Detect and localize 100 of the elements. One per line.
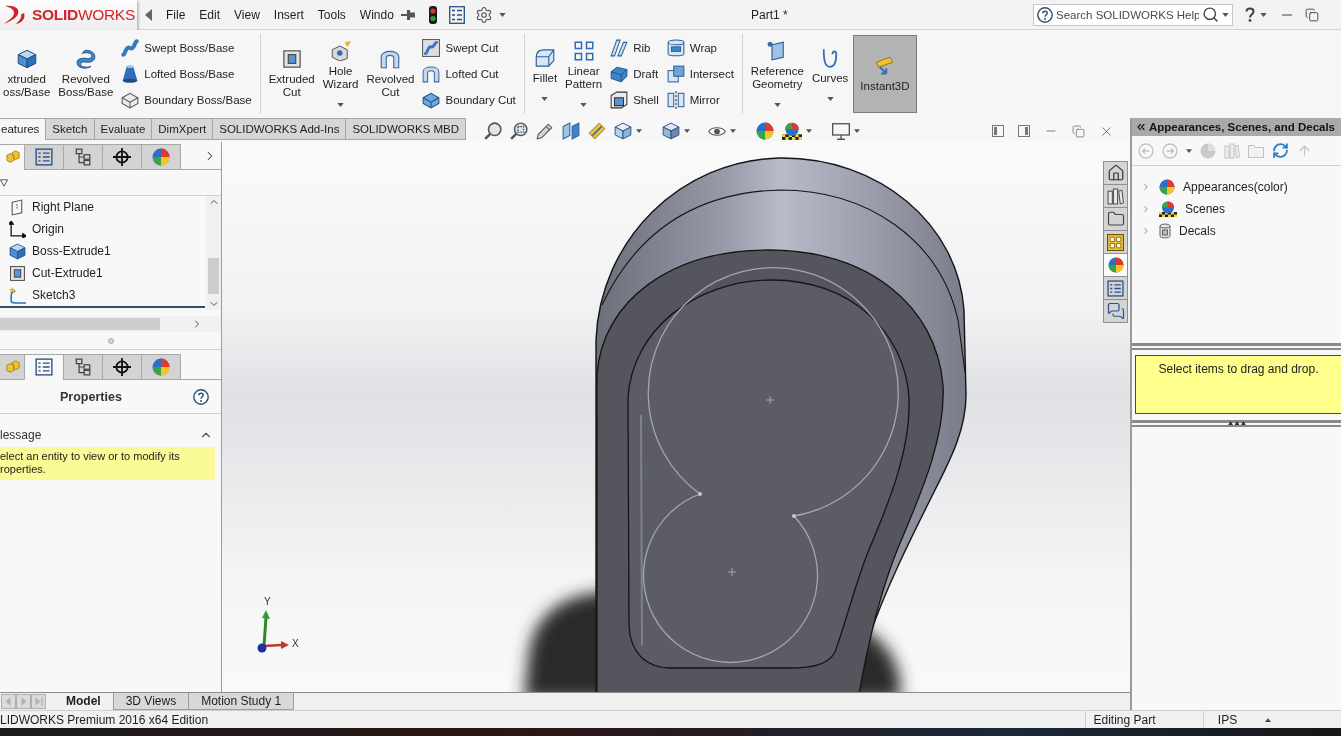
caret-icon[interactable]: [854, 129, 861, 133]
caret-icon[interactable]: [498, 12, 506, 17]
settings-icon[interactable]: [474, 5, 493, 24]
tree-item[interactable]: Scenes: [1132, 198, 1341, 220]
traffic-light-icon[interactable]: [428, 5, 437, 24]
task-pane-tab[interactable]: [1103, 276, 1128, 300]
shaded-cube-icon[interactable]: [662, 122, 681, 140]
eye-icon[interactable]: [708, 125, 727, 137]
tool-button[interactable]: Shell: [607, 87, 662, 113]
panel-tab[interactable]: [102, 354, 142, 380]
drilled-block-icon[interactable]: [330, 41, 351, 61]
panel-right-icon[interactable]: [1018, 125, 1030, 137]
tool-button[interactable]: Revolved Cut: [363, 35, 418, 113]
model-tab[interactable]: 3D Views: [112, 693, 190, 710]
magnifier-icon[interactable]: [510, 122, 529, 140]
tree-item[interactable]: Appearances(color): [1132, 176, 1341, 198]
splitter-grip-icon[interactable]: [107, 337, 114, 344]
list-icon[interactable]: [448, 5, 465, 24]
tool-button[interactable]: Extruded Cut: [265, 35, 318, 113]
tree-item[interactable]: Cut-Extrude1: [0, 262, 205, 284]
panel-tab[interactable]: [63, 144, 103, 170]
restore-icon[interactable]: [1072, 124, 1085, 138]
pencil-icon[interactable]: [536, 122, 555, 140]
wedge-icon[interactable]: [610, 65, 629, 83]
block-icon[interactable]: [121, 91, 140, 109]
magnifier-icon[interactable]: [484, 122, 503, 140]
tree-item[interactable]: Decals: [1132, 220, 1341, 242]
tag-icon[interactable]: [588, 122, 607, 140]
tool-button[interactable]: Lofted Boss/Base: [118, 61, 255, 87]
tool-button[interactable]: Lofted Cut: [419, 61, 519, 87]
splitter-bar[interactable]: [1132, 343, 1341, 350]
chevrons-left-icon[interactable]: [1135, 121, 1147, 133]
tree-item[interactable]: Origin: [0, 218, 205, 240]
grid-icon[interactable]: [573, 41, 594, 61]
search-icon[interactable]: [1202, 6, 1219, 23]
help-icon[interactable]: [1037, 6, 1053, 23]
cone-icon[interactable]: [121, 65, 140, 83]
open-box-icon[interactable]: [610, 91, 629, 109]
tool-button[interactable]: Draft: [607, 61, 662, 87]
scrollbar-thumb[interactable]: [208, 258, 219, 294]
tool-button[interactable]: Reference Geometry: [747, 35, 807, 113]
tool-button[interactable]: Rib: [607, 35, 662, 61]
cube-icon[interactable]: [614, 122, 633, 140]
ruler-icon[interactable]: [874, 55, 895, 76]
grip-icon[interactable]: [1225, 421, 1248, 425]
tool-button[interactable]: Revolved Boss/Base: [55, 35, 117, 113]
color-ball-icon[interactable]: [756, 122, 775, 140]
arrow-left-icon[interactable]: [145, 8, 152, 21]
caret-icon[interactable]: [1222, 12, 1229, 17]
tool-button[interactable]: Mirror: [663, 87, 737, 113]
caret-icon[interactable]: [730, 129, 737, 133]
caret-icon[interactable]: [1260, 12, 1267, 17]
tool-button[interactable]: Linear Pattern: [562, 35, 606, 113]
task-pane-tab[interactable]: [1103, 184, 1128, 208]
ribbon-tab[interactable]: SOLIDWORKS MBD: [345, 118, 467, 140]
ribbon-tab[interactable]: Sketch: [45, 118, 95, 140]
menu-item[interactable]: Windo: [352, 7, 401, 22]
tool-button[interactable]: Swept Cut: [419, 35, 519, 61]
help-icon[interactable]: [1245, 7, 1255, 22]
ribbon-tab[interactable]: Evaluate: [93, 118, 153, 140]
menu-item[interactable]: View: [227, 7, 267, 22]
tree-item[interactable]: Boss-Extrude1: [0, 240, 205, 262]
caret-icon[interactable]: [826, 96, 834, 101]
task-pane-tab[interactable]: [1103, 253, 1128, 277]
tool-button[interactable]: Hole Wizard: [319, 35, 362, 113]
block-icon[interactable]: [422, 91, 441, 109]
help-icon[interactable]: [193, 388, 209, 405]
menu-item[interactable]: File: [159, 7, 193, 22]
panel-left-icon[interactable]: [992, 125, 1004, 137]
tool-button[interactable]: Swept Boss/Base: [118, 35, 255, 61]
tool-button[interactable]: xtruded oss/Base: [0, 35, 54, 113]
swirl-icon[interactable]: [75, 49, 96, 69]
scrollbar-thumb[interactable]: [0, 318, 160, 330]
arch-icon[interactable]: [422, 65, 441, 83]
caret-up-icon[interactable]: [1265, 717, 1271, 722]
tool-button[interactable]: Fillet: [529, 35, 561, 113]
tool-button[interactable]: Instant3D: [853, 35, 917, 113]
restore-icon[interactable]: [1305, 7, 1319, 22]
caret-icon[interactable]: [684, 129, 691, 133]
task-pane-tab[interactable]: [1103, 230, 1128, 254]
tool-button[interactable]: Boundary Cut: [419, 87, 519, 113]
tool-button[interactable]: Boundary Boss/Base: [118, 87, 255, 113]
pin-icon[interactable]: [400, 9, 415, 20]
caret-icon[interactable]: [806, 129, 813, 133]
horizontal-scrollbar[interactable]: [0, 316, 221, 332]
hollow-box-icon[interactable]: [281, 49, 302, 69]
ribbon-tab[interactable]: SOLIDWORKS Add-Ins: [212, 118, 347, 140]
caret-icon[interactable]: [337, 103, 345, 107]
curved-tube-icon[interactable]: [121, 39, 140, 57]
caret-icon[interactable]: [773, 103, 781, 107]
refresh-icon[interactable]: [1272, 142, 1289, 159]
scene-icon[interactable]: [782, 122, 803, 140]
caret-icon[interactable]: [541, 96, 549, 101]
caret-icon[interactable]: [1186, 148, 1192, 153]
arch-icon[interactable]: [380, 49, 401, 69]
vertical-scrollbar[interactable]: [206, 196, 221, 310]
caret-icon[interactable]: [580, 103, 588, 107]
splitter-bar[interactable]: [1132, 420, 1341, 427]
ribbon-tab[interactable]: DimXpert: [151, 118, 214, 140]
menu-item[interactable]: Insert: [266, 7, 311, 22]
